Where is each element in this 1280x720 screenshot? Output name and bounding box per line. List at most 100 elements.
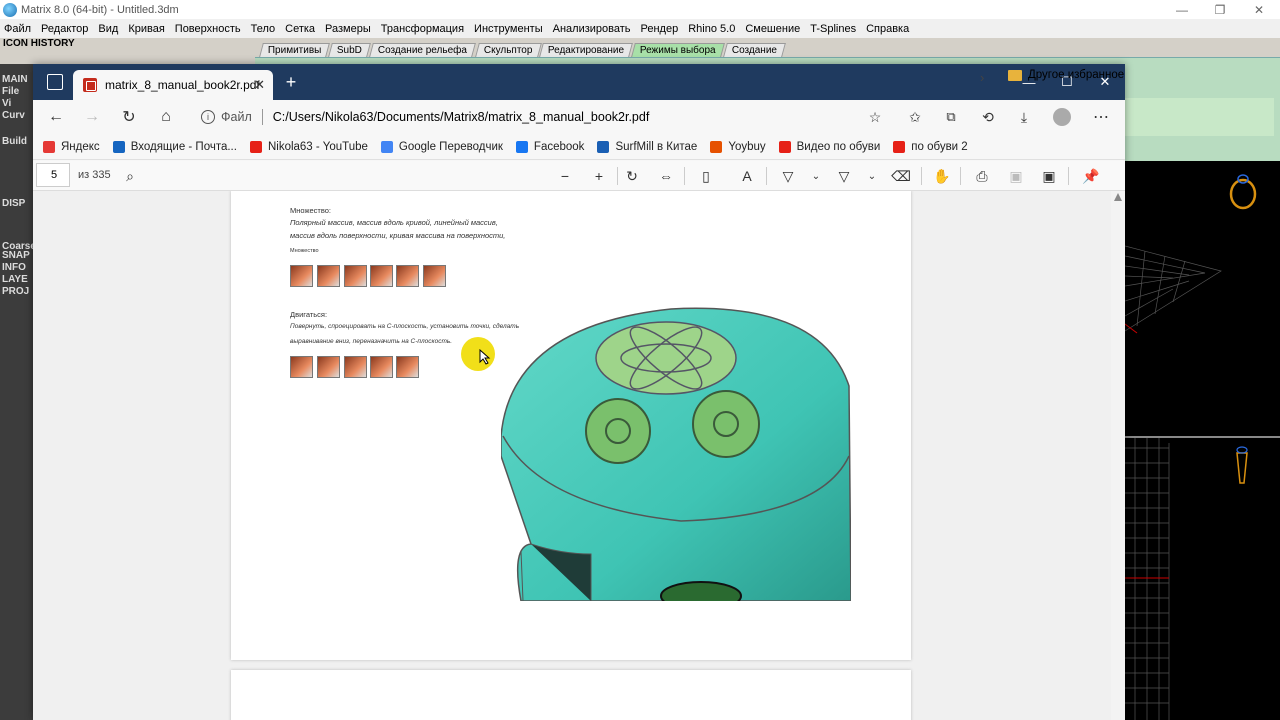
touch-icon[interactable]: ✋: [931, 165, 953, 187]
matrix-panel-label[interactable]: File: [2, 86, 19, 97]
matrix-menu-item[interactable]: Вид: [98, 23, 118, 35]
tab-actions-icon[interactable]: [47, 74, 63, 90]
tool-icon-rotate: [290, 356, 313, 378]
matrix-panel-label[interactable]: Build: [2, 136, 27, 147]
matrix-tab[interactable]: Примитивы: [259, 43, 331, 57]
bookmark-item[interactable]: Видео по обуви: [778, 140, 881, 153]
matrix-menu-item[interactable]: Кривая: [128, 23, 164, 35]
page-view-icon[interactable]: ▯: [695, 165, 717, 187]
collections-icon[interactable]: ⧉: [938, 105, 964, 129]
pdf-scrollbar[interactable]: [1111, 191, 1125, 720]
matrix-menu-item[interactable]: Rhino 5.0: [688, 23, 735, 35]
matrix-tab-label: Режимы выбора: [640, 45, 716, 56]
save-as-icon[interactable]: ▣: [1038, 165, 1060, 187]
matrix-menu-item[interactable]: Размеры: [325, 23, 371, 35]
pdf-icon: [83, 78, 97, 92]
bookmark-favicon-icon: [893, 140, 906, 153]
matrix-tab[interactable]: Создание: [723, 43, 787, 57]
matrix-panel-label[interactable]: SNAP: [2, 250, 30, 261]
viewport-perspective[interactable]: [1124, 161, 1280, 436]
toolbar-divider: [684, 167, 685, 185]
matrix-panel-label[interactable]: Curv: [2, 110, 25, 121]
bookmark-label: SurfMill в Китае: [615, 140, 698, 153]
read-aloud-icon[interactable]: A: [736, 165, 758, 187]
settings-more-icon[interactable]: ⋯: [1088, 105, 1114, 129]
refresh-button[interactable]: ↻: [116, 105, 142, 129]
bookmark-item[interactable]: Яндекс: [43, 140, 100, 153]
matrix-menu-item[interactable]: Файл: [4, 23, 31, 35]
matrix-panel-label[interactable]: DISP: [2, 198, 25, 209]
matrix-menu-item[interactable]: Трансформация: [381, 23, 464, 35]
matrix-tab[interactable]: Создание рельефа: [369, 43, 477, 57]
search-icon[interactable]: ⌕: [119, 165, 141, 187]
matrix-logo-icon: [3, 2, 17, 17]
matrix-menu-item[interactable]: Инструменты: [474, 23, 543, 35]
bookmark-item[interactable]: Facebook: [515, 140, 584, 153]
zoom-out-button[interactable]: −: [554, 165, 576, 187]
bookmark-label: Видео по обуви: [796, 140, 881, 153]
scroll-up-icon[interactable]: [1114, 193, 1122, 201]
tab-close-icon[interactable]: ✕: [254, 77, 265, 93]
matrix-menu-item[interactable]: Справка: [866, 23, 909, 35]
matrix-tab[interactable]: Редактирование: [539, 43, 634, 57]
back-button[interactable]: ←: [43, 105, 69, 129]
bookmark-item[interactable]: SurfMill в Китае: [597, 140, 698, 153]
favorites-icon[interactable]: ✩: [902, 105, 928, 129]
matrix-menubar: Файл Редактор Вид Кривая Поверхность Тело Сетк…: [0, 19, 1280, 38]
matrix-menu-item[interactable]: Поверхность: [175, 23, 241, 35]
matrix-minimize-button[interactable]: —: [1163, 0, 1201, 19]
matrix-menu-item[interactable]: Рендер: [641, 23, 679, 35]
bookmark-item[interactable]: по обуви 2: [893, 140, 968, 153]
new-tab-button[interactable]: +: [281, 72, 301, 92]
profile-avatar[interactable]: [1049, 105, 1075, 129]
save-icon[interactable]: ▣: [1005, 165, 1027, 187]
pin-icon[interactable]: 📌: [1080, 165, 1102, 187]
highlight-options-chevron-icon[interactable]: ⌄: [861, 165, 883, 187]
matrix-panel-label[interactable]: PROJ: [2, 286, 29, 297]
highlight-icon[interactable]: ▽: [833, 165, 855, 187]
page-number-input[interactable]: 5: [36, 163, 70, 187]
matrix-close-button[interactable]: ✕: [1240, 0, 1278, 19]
matrix-menu-item[interactable]: Редактор: [41, 23, 88, 35]
print-icon[interactable]: ⎙: [971, 165, 993, 187]
add-favorite-icon[interactable]: ☆: [862, 105, 888, 129]
matrix-panel-label[interactable]: INFO: [2, 262, 26, 273]
matrix-menu-item[interactable]: Смешение: [745, 23, 800, 35]
bookmark-label: Входящие - Почта...: [130, 140, 237, 153]
other-favorites[interactable]: Другое избранное: [1008, 69, 1124, 81]
matrix-panel-label[interactable]: LAYE: [2, 274, 28, 285]
matrix-menu-item[interactable]: T-Splines: [810, 23, 856, 35]
bookmarks-more-icon[interactable]: ›: [980, 70, 984, 85]
matrix-panel-label[interactable]: Vi: [2, 98, 11, 109]
zoom-in-button[interactable]: +: [588, 165, 610, 187]
bookmark-item[interactable]: Nikola63 - YouTube: [249, 140, 368, 153]
matrix-menu-item[interactable]: Сетка: [285, 23, 315, 35]
matrix-menu-item[interactable]: Анализировать: [553, 23, 631, 35]
erase-icon[interactable]: ⌫: [890, 165, 912, 187]
home-button[interactable]: ⌂: [153, 105, 179, 129]
bookmark-item[interactable]: Yoybuy: [710, 140, 766, 153]
rotate-icon[interactable]: ↻: [621, 165, 643, 187]
matrix-tab[interactable]: SubD: [328, 43, 372, 57]
pdf-viewer[interactable]: Множество: Полярный массив, массив вдоль…: [33, 191, 1125, 720]
address-bar[interactable]: i Файл C:/Users/Nikola63/Documents/Matri…: [193, 103, 893, 131]
bookmark-item[interactable]: Входящие - Почта...: [112, 140, 237, 153]
draw-icon[interactable]: ▽: [777, 165, 799, 187]
info-icon[interactable]: i: [201, 110, 215, 124]
bookmark-item[interactable]: Google Переводчик: [380, 140, 503, 153]
fit-page-icon[interactable]: ⇔: [655, 165, 677, 187]
draw-options-chevron-icon[interactable]: ⌄: [805, 165, 827, 187]
matrix-ribbon-panel: [1124, 98, 1274, 136]
forward-button[interactable]: →: [79, 105, 105, 129]
tool-icon-array-extra: [423, 265, 446, 287]
viewport-front[interactable]: [1125, 438, 1280, 720]
matrix-maximize-button[interactable]: ❐: [1201, 0, 1239, 19]
pdf-page-next: [231, 670, 911, 720]
matrix-panel-label[interactable]: MAIN: [2, 74, 28, 85]
matrix-tab[interactable]: Режимы выбора: [631, 43, 725, 57]
browser-tab[interactable]: matrix_8_manual_book2r.pdf ✕: [73, 70, 273, 100]
matrix-tab[interactable]: Скульптор: [474, 43, 541, 57]
matrix-menu-item[interactable]: Тело: [251, 23, 276, 35]
downloads-icon[interactable]: ⤓: [1011, 105, 1037, 129]
history-icon[interactable]: ⟲: [975, 105, 1001, 129]
